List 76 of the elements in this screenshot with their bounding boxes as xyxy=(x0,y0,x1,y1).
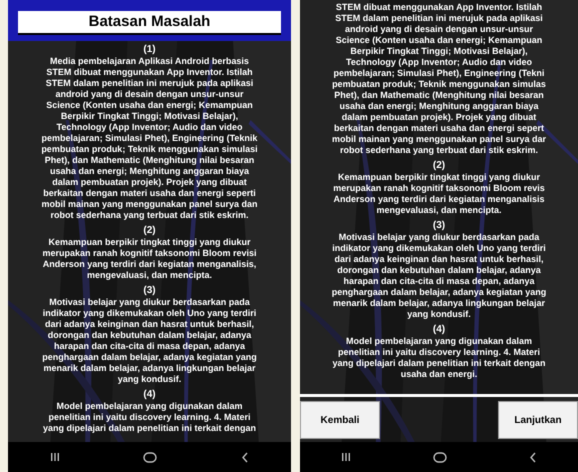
text-line: pembelajaran; Simulasi Phet), Engineering (Tekni xyxy=(334,68,544,79)
text-line: penghargaan dalam belajar, adanya kegiatan yang xyxy=(332,287,546,298)
text-line: Anderson yang terdiri dari kegiatan menganalisis, xyxy=(42,259,256,270)
text-line: Kemampuan berpikir tingkat tinggi yang diukur xyxy=(48,237,251,248)
text-line: STEM dalam penelitian ini merujuk pada aplikasi xyxy=(335,13,543,24)
text-line: dalam pembuatan projek). Projek yang dibuat xyxy=(342,112,536,123)
section-number: (3) xyxy=(432,220,446,231)
nav-button[interactable]: Kembali xyxy=(300,401,380,439)
page-title: Batasan Masalah xyxy=(18,11,281,35)
text-line: robot sederhana yang terbuat dari stik eskrim. xyxy=(340,145,538,156)
text-line: Science (Konten usaha dan energi; Kemampuan xyxy=(46,100,253,111)
section-number: (2) xyxy=(432,160,446,171)
text-line: merupakan ranah kognitif taksonomi Bloom revis xyxy=(333,183,545,194)
home-icon[interactable] xyxy=(143,452,158,462)
text-line: berkaitan dengan materi usaha dan energi sepert xyxy=(334,123,544,134)
text-line: Berpikir Tingkat Tinggi; Motivasi Belajar), xyxy=(60,111,238,122)
text-line: berkaitan dengan materi usaha dan energi seperti xyxy=(43,188,256,199)
text-line: dorongan dan kebutuhan dalam belajar, adanya xyxy=(337,265,541,276)
back-icon[interactable] xyxy=(529,452,537,462)
text-line: Technology (App Inventor; Audio dan video xyxy=(56,122,242,133)
text-line: yang kondusif. xyxy=(407,309,471,320)
text-line: yang dipelajari dalam penelitian ini terkait dengan xyxy=(42,423,256,434)
text-line: mobil mainan yang menggunakan panel surya dan xyxy=(41,199,258,210)
text-line: menarik dalam belajar, adanya lingkungan belajar xyxy=(43,363,256,374)
text-line: Phet), dan Mathematic (Menghitung nilai besaran xyxy=(44,155,254,166)
section-number: (4) xyxy=(432,324,446,335)
text-line: Media pembelajaran Aplikasi Android berbasis xyxy=(50,56,249,67)
text-line: pembuatan produk; Teknik menggunakan simulas xyxy=(332,79,546,90)
text-line: merupakan ranah kognitif taksonomi Bloom revisi xyxy=(42,248,257,259)
text-line: Phet), dan Mathematic (Menghitung nilai besaran xyxy=(334,90,544,101)
section-number: (4) xyxy=(143,389,156,400)
text-line: STEM dibuat menggunakan App Inventor. Istilah xyxy=(46,67,253,78)
home-icon[interactable] xyxy=(433,452,447,462)
text-line: dari adanya keinginan dan hasrat untuk berhasil, xyxy=(334,254,544,265)
text-line: pembuatan produk; Teknik menggunakan simulasi xyxy=(41,144,258,155)
text-line: menarik dalam belajar, adanya lingkungan belajar xyxy=(332,298,546,309)
text-line: indikator yang dikemukakan oleh Uno yang terdiri xyxy=(332,243,546,254)
text-line: yang dipelajari dalam penelitian ini terkait dengan xyxy=(332,358,546,369)
text-line: penghargaan dalam belajar, adanya kegiatan yang xyxy=(42,352,257,363)
text-line: Motivasi belajar yang diukur berdasarkan pada xyxy=(338,232,540,243)
text-line: mobil mainan yang menggunakan panel surya dar xyxy=(332,134,546,145)
nav-button[interactable]: Lanjutkan xyxy=(498,401,578,439)
section-number: (3) xyxy=(143,285,156,296)
text-line: Science (Konten usaha dan energi; Kemampuan xyxy=(336,35,542,46)
text-line: Berpikir Tingkat Tinggi; Motivasi Belajar), xyxy=(350,46,528,57)
text-line: penelitian ini yaitu discovery learning. 4. Materi xyxy=(48,412,251,423)
text-line: Technology (App Inventor; Audio dan video xyxy=(346,57,532,68)
text-line: dari adanya keinginan dan hasrat untuk berhasil, xyxy=(44,319,254,330)
text-line: mengevaluasi, dan mencipta. xyxy=(86,270,212,281)
back-icon[interactable] xyxy=(241,452,250,462)
text-line: usaha dan energi; Menghitung anggaran biaya xyxy=(50,166,250,177)
text-line: pembelajaran; Simulasi Phet), Engineering (Teknik xyxy=(42,133,258,144)
text-line: Anderson yang terdiri dari kegiatan menganalisis xyxy=(333,194,545,205)
text-line: dorongan dan kebutuhan dalam belajar, adanya xyxy=(48,330,252,341)
section-number: (1) xyxy=(143,44,156,55)
text-line: robot sederhana yang terbuat dari stik eskrim. xyxy=(50,210,249,221)
text-line: harapan dan cita-cita di masa depan, adanya xyxy=(54,341,246,352)
text-line: Motivasi belajar yang diukur berdasarkan pada xyxy=(49,297,250,308)
section-number: (2) xyxy=(143,225,156,236)
text-line: yang kondusif. xyxy=(118,374,182,385)
text-line: Kemampuan berpikir tingkat tinggi yang diukur xyxy=(338,172,540,183)
text-line: android yang di desain dengan unsur-unsur xyxy=(55,89,244,100)
text-line: STEM dalam penelitian ini merujuk pada aplikasi xyxy=(46,78,254,89)
text-line: indikator yang dikemukakan oleh Uno yang terdiri xyxy=(42,308,256,319)
text-line: mengevaluasi, dan mencipta. xyxy=(376,205,502,216)
text-line: STEM dibuat menggunakan App Inventor. Istilah xyxy=(336,2,542,13)
text-line: Model pembelajaran yang digunakan dalam xyxy=(56,401,243,412)
text-line: android yang di desain dengan unsur-unsur xyxy=(344,24,533,35)
text-line: dalam pembuatan projek). Projek yang dibuat xyxy=(52,177,247,188)
text-line: Model pembelajaran yang digunakan dalam xyxy=(346,336,532,347)
text-line: penelitian ini yaitu discovery learning. 4. Materi xyxy=(338,347,540,358)
recent-apps-icon[interactable] xyxy=(50,452,60,462)
text-line: usaha dan energi; Menghitung anggaran biaya xyxy=(339,101,539,112)
text-line: usaha dan energi. xyxy=(400,369,478,380)
text-line: harapan dan cita-cita di masa depan, adanya xyxy=(343,276,535,287)
recent-apps-icon[interactable] xyxy=(341,452,351,462)
